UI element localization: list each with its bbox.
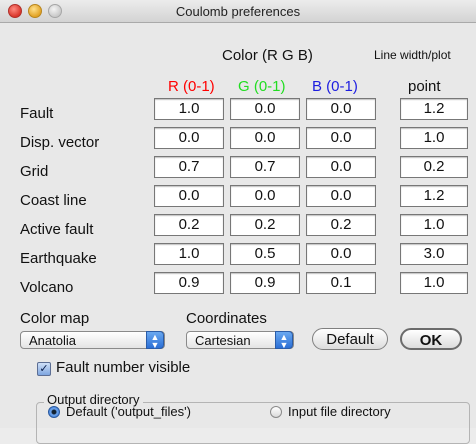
r-value-field[interactable]: 0.0 xyxy=(154,127,224,149)
fault-number-label: Fault number visible xyxy=(56,359,191,376)
line-width-field[interactable]: 1.0 xyxy=(400,272,468,294)
output-default-radio[interactable] xyxy=(48,406,60,418)
g-value-field[interactable]: 0.0 xyxy=(230,127,300,149)
b-value-field[interactable]: 0.0 xyxy=(306,98,376,120)
fault-number-checkbox[interactable]: ✓ xyxy=(37,362,51,376)
title-bar: Coulomb preferences xyxy=(0,0,476,23)
row-label: Fault xyxy=(20,105,54,122)
preferences-window: Coulomb preferences Color (R G B) Line w… xyxy=(0,0,476,444)
r-value-field[interactable]: 0.7 xyxy=(154,156,224,178)
b-value-field[interactable]: 0.0 xyxy=(306,156,376,178)
r-value-field[interactable]: 1.0 xyxy=(154,98,224,120)
row-label: Disp. vector xyxy=(20,134,100,151)
row-label: Grid xyxy=(20,163,49,180)
popup-arrows-icon: ▲ ▼ xyxy=(275,331,293,350)
line-width-field[interactable]: 1.0 xyxy=(400,214,468,236)
coordinates-select[interactable]: Cartesian ▲ ▼ xyxy=(186,331,294,350)
output-input-dir-radio[interactable] xyxy=(270,406,282,418)
line-width-field[interactable]: 0.2 xyxy=(400,156,468,178)
line-width-field[interactable]: 1.2 xyxy=(400,98,468,120)
popup-arrows-icon: ▲ ▼ xyxy=(146,331,164,350)
color-map-select[interactable]: Anatolia ▲ ▼ xyxy=(20,331,165,350)
b-value-field[interactable]: 0.1 xyxy=(306,272,376,294)
b-value-field[interactable]: 0.0 xyxy=(306,127,376,149)
b-value-field[interactable]: 0.2 xyxy=(306,214,376,236)
window-title: Coulomb preferences xyxy=(175,4,301,19)
g-value-field[interactable]: 0.2 xyxy=(230,214,300,236)
row-label: Volcano xyxy=(20,279,74,296)
g-value-field[interactable]: 0.5 xyxy=(230,243,300,265)
r-value-field[interactable]: 0.9 xyxy=(154,272,224,294)
r-value-field[interactable]: 0.0 xyxy=(154,185,224,207)
ok-button[interactable]: OK xyxy=(400,328,462,350)
output-input-dir-label: Input file directory xyxy=(288,404,391,419)
r-value-field[interactable]: 0.2 xyxy=(154,214,224,236)
b-value-field[interactable]: 0.0 xyxy=(306,243,376,265)
row-label: Coast line xyxy=(20,192,87,209)
color-rgb-header: Color (R G B) xyxy=(222,47,313,64)
color-map-value: Anatolia xyxy=(29,333,76,348)
line-width-field[interactable]: 1.2 xyxy=(400,185,468,207)
coordinates-value: Cartesian xyxy=(195,333,251,348)
output-default-label: Default ('output_files') xyxy=(66,404,191,419)
g-value-field[interactable]: 0.0 xyxy=(230,185,300,207)
g-value-field[interactable]: 0.7 xyxy=(230,156,300,178)
row-label: Earthquake xyxy=(20,250,97,267)
g-value-field[interactable]: 0.0 xyxy=(230,98,300,120)
line-width-header: Line width/plot xyxy=(374,48,451,62)
b-value-field[interactable]: 0.0 xyxy=(306,185,376,207)
b-column-header: B (0-1) xyxy=(312,78,358,95)
coordinates-label: Coordinates xyxy=(186,310,267,327)
r-value-field[interactable]: 1.0 xyxy=(154,243,224,265)
g-value-field[interactable]: 0.9 xyxy=(230,272,300,294)
point-column-header: point xyxy=(408,78,441,95)
color-map-label: Color map xyxy=(20,310,90,327)
default-button[interactable]: Default xyxy=(312,328,388,350)
line-width-field[interactable]: 3.0 xyxy=(400,243,468,265)
r-column-header: R (0-1) xyxy=(168,78,215,95)
line-width-field[interactable]: 1.0 xyxy=(400,127,468,149)
g-column-header: G (0-1) xyxy=(238,78,286,95)
row-label: Active fault xyxy=(20,221,94,238)
